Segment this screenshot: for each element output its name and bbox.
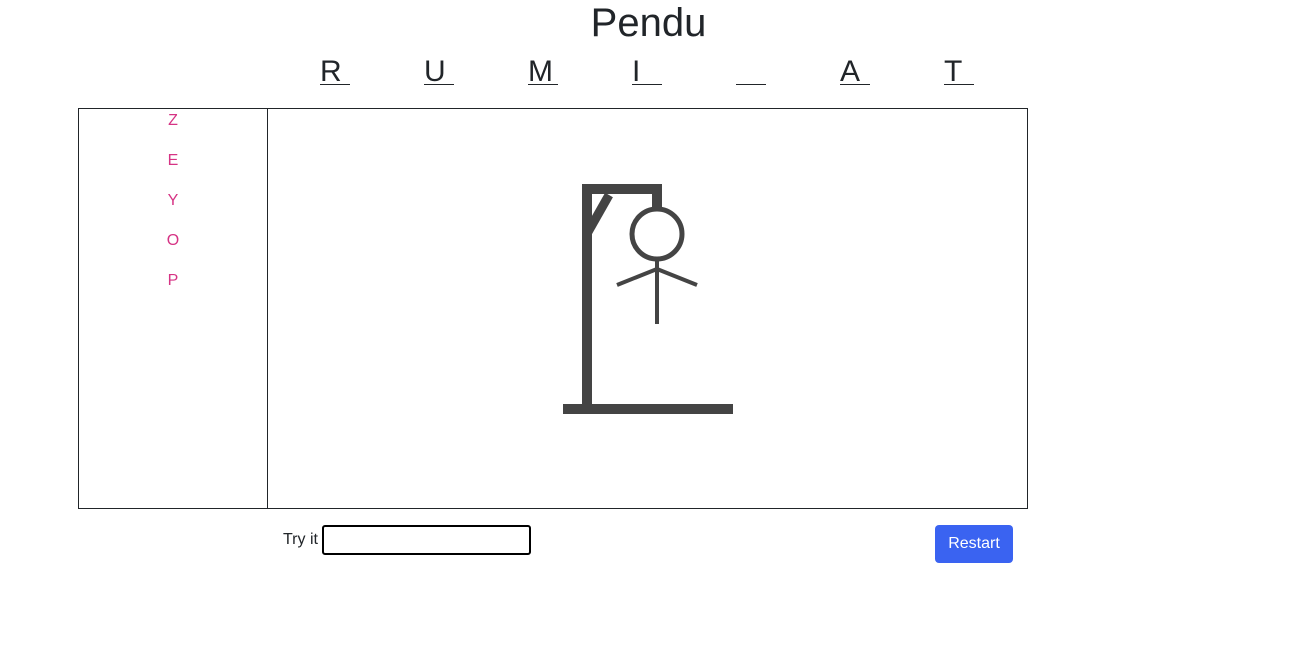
hangman-right-arm <box>656 267 698 287</box>
gallows-beam <box>582 184 662 194</box>
page-title: Pendu <box>590 1 707 45</box>
word-letter-3: M <box>528 54 558 88</box>
word-letter-2: U <box>424 54 454 88</box>
wrong-letter: E <box>167 152 179 169</box>
hangman-svg <box>563 184 733 414</box>
hangman-head <box>629 206 685 262</box>
gallows-post <box>582 184 592 408</box>
hangman-page: Pendu R U M I A T Z E Y O P Try it Resta… <box>0 0 1297 667</box>
hangman-drawing <box>268 109 1027 508</box>
word-letter-6: A <box>840 54 870 88</box>
wrong-letter: Z <box>168 112 178 129</box>
guess-input[interactable] <box>322 525 531 555</box>
guess-label: Try it <box>283 531 318 548</box>
word-letter-1: R <box>320 54 350 88</box>
word-letter-5 <box>736 54 766 85</box>
wrong-letter: O <box>166 232 180 249</box>
hangman-left-arm <box>616 267 658 287</box>
wrong-letters-panel: Z E Y O P <box>79 109 268 508</box>
game-board: Z E Y O P <box>78 108 1028 509</box>
wrong-letter: P <box>167 272 179 289</box>
word-letter-7: T <box>944 54 974 88</box>
gallows-rope <box>652 184 662 210</box>
word-letter-4: I <box>632 54 662 88</box>
restart-button[interactable]: Restart <box>935 525 1013 563</box>
wrong-letter: Y <box>167 192 179 209</box>
